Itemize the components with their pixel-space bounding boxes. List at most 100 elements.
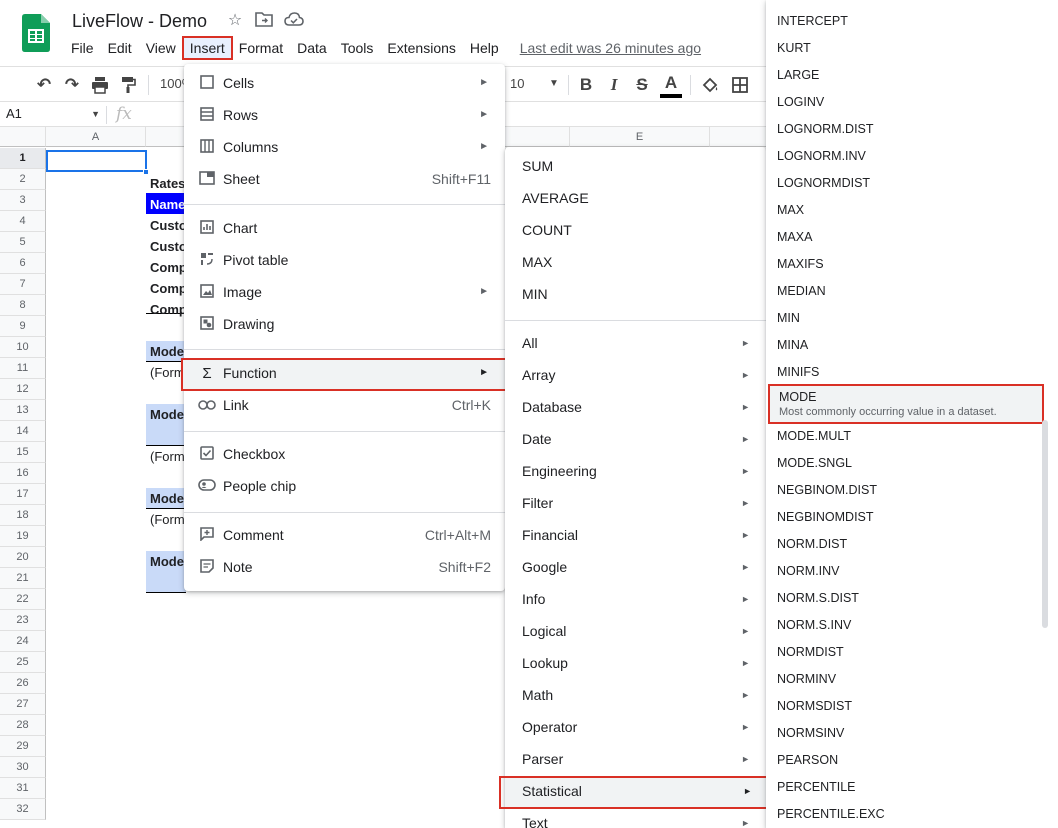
function-category-engineering[interactable]: Engineering ► bbox=[505, 456, 766, 488]
row-header[interactable]: 18 bbox=[0, 505, 46, 526]
row-header[interactable]: 17 bbox=[0, 484, 46, 505]
function-item[interactable]: PERCENTILE bbox=[766, 774, 1058, 801]
function-item[interactable]: MAX bbox=[766, 197, 1058, 224]
cell-b17[interactable]: Mode bbox=[150, 491, 186, 506]
select-all-corner[interactable] bbox=[0, 127, 46, 147]
row-header[interactable]: 5 bbox=[0, 232, 46, 253]
function-item[interactable]: KURT bbox=[766, 35, 1058, 62]
function-item[interactable]: LOGNORM.DIST bbox=[766, 116, 1058, 143]
function-item[interactable]: MODE.MULT bbox=[766, 423, 1058, 450]
function-item[interactable]: NEGBINOM.DIST bbox=[766, 477, 1058, 504]
undo-icon[interactable]: ↶ bbox=[32, 73, 56, 97]
row-header[interactable]: 31 bbox=[0, 778, 46, 799]
scrollbar-thumb[interactable] bbox=[1042, 420, 1048, 628]
function-item-average[interactable]: AVERAGE bbox=[505, 183, 766, 215]
row-header[interactable]: 4 bbox=[0, 211, 46, 232]
row-header[interactable]: 8 bbox=[0, 295, 46, 316]
row-header[interactable]: 26 bbox=[0, 673, 46, 694]
function-category-google[interactable]: Google ► bbox=[505, 552, 766, 584]
function-category-filter[interactable]: Filter ► bbox=[505, 488, 766, 520]
row-header[interactable]: 20 bbox=[0, 547, 46, 568]
menu-item-rows[interactable]: Rows ► bbox=[184, 100, 505, 132]
function-item-max[interactable]: MAX bbox=[505, 247, 766, 279]
row-header[interactable]: 27 bbox=[0, 694, 46, 715]
menu-item-pivot-table[interactable]: Pivot table bbox=[184, 245, 505, 277]
row-header[interactable]: 3 bbox=[0, 190, 46, 211]
function-item-mode[interactable]: MODE Most commonly occurring value in a … bbox=[768, 384, 1044, 424]
print-icon[interactable] bbox=[88, 73, 112, 97]
function-item[interactable]: NEGBINOMDIST bbox=[766, 504, 1058, 531]
name-box[interactable]: A1 ▼ bbox=[6, 106, 100, 121]
row-header[interactable]: 13 bbox=[0, 400, 46, 421]
row-header[interactable]: 11 bbox=[0, 358, 46, 379]
function-item[interactable]: MAXIFS bbox=[766, 251, 1058, 278]
cell-b20[interactable]: Mode bbox=[150, 554, 186, 569]
function-item[interactable]: LOGINV bbox=[766, 89, 1058, 116]
row-header[interactable]: 29 bbox=[0, 736, 46, 757]
function-item[interactable]: NORM.DIST bbox=[766, 531, 1058, 558]
function-item[interactable]: MODE.SNGL bbox=[766, 450, 1058, 477]
function-item[interactable]: LARGE bbox=[766, 62, 1058, 89]
function-item[interactable]: MINIFS bbox=[766, 359, 1058, 386]
menu-item-chart[interactable]: Chart bbox=[184, 213, 505, 245]
italic-icon[interactable]: I bbox=[602, 73, 626, 97]
function-item[interactable]: NORMSINV bbox=[766, 720, 1058, 747]
row-header[interactable]: 30 bbox=[0, 757, 46, 778]
menu-item-columns[interactable]: Columns ► bbox=[184, 132, 505, 164]
borders-icon[interactable] bbox=[728, 73, 752, 97]
paint-format-icon[interactable] bbox=[116, 73, 140, 97]
function-item[interactable]: MIN bbox=[766, 305, 1058, 332]
row-header[interactable]: 22 bbox=[0, 589, 46, 610]
function-category-operator[interactable]: Operator ► bbox=[505, 712, 766, 744]
strikethrough-icon[interactable]: S bbox=[630, 73, 654, 97]
menu-item-cells[interactable]: Cells ► bbox=[184, 68, 505, 100]
function-item[interactable]: MINA bbox=[766, 332, 1058, 359]
menu-item-link[interactable]: Link Ctrl+K bbox=[184, 390, 505, 422]
column-header-e[interactable]: E bbox=[570, 127, 710, 147]
function-item[interactable]: NORMDIST bbox=[766, 639, 1058, 666]
last-edit-link[interactable]: Last edit was 26 minutes ago bbox=[520, 40, 701, 56]
function-category-all[interactable]: All ► bbox=[505, 328, 766, 360]
menu-extensions[interactable]: Extensions bbox=[380, 37, 462, 59]
menu-item-checkbox[interactable]: Checkbox bbox=[184, 439, 505, 471]
row-header[interactable]: 2 bbox=[0, 169, 46, 190]
function-category-lookup[interactable]: Lookup ► bbox=[505, 648, 766, 680]
function-category-parser[interactable]: Parser ► bbox=[505, 744, 766, 776]
star-icon[interactable]: ☆ bbox=[225, 11, 245, 31]
function-item[interactable]: NORM.S.INV bbox=[766, 612, 1058, 639]
function-item[interactable]: MEDIAN bbox=[766, 278, 1058, 305]
row-header[interactable]: 15 bbox=[0, 442, 46, 463]
function-item[interactable]: LOGNORMDIST bbox=[766, 170, 1058, 197]
function-item-count[interactable]: COUNT bbox=[505, 215, 766, 247]
cell-b6[interactable]: Comp bbox=[150, 260, 186, 275]
fill-handle[interactable] bbox=[143, 169, 149, 175]
function-item[interactable]: NORM.S.DIST bbox=[766, 585, 1058, 612]
function-item[interactable]: NORMINV bbox=[766, 666, 1058, 693]
chevron-down-icon[interactable]: ▼ bbox=[91, 109, 100, 119]
function-category-logical[interactable]: Logical ► bbox=[505, 616, 766, 648]
menu-edit[interactable]: Edit bbox=[101, 37, 139, 59]
cell-b8[interactable]: Comp bbox=[150, 302, 186, 317]
function-category-array[interactable]: Array ► bbox=[505, 360, 766, 392]
cell-b10[interactable]: Mode bbox=[150, 344, 186, 359]
row-header[interactable]: 24 bbox=[0, 631, 46, 652]
selected-cell-a1[interactable] bbox=[46, 150, 147, 172]
row-header[interactable]: 23 bbox=[0, 610, 46, 631]
cell-b5[interactable]: Custo bbox=[150, 239, 186, 254]
fill-color-icon[interactable] bbox=[698, 73, 722, 97]
cell-b2[interactable]: Rates bbox=[150, 176, 186, 191]
menu-insert[interactable]: Insert bbox=[181, 36, 233, 60]
font-size-select[interactable]: 10 bbox=[510, 76, 524, 91]
function-category-info[interactable]: Info ► bbox=[505, 584, 766, 616]
cell-b15[interactable]: (Form bbox=[150, 449, 186, 464]
menu-item-people-chip[interactable]: People chip bbox=[184, 471, 505, 503]
function-category-math[interactable]: Math ► bbox=[505, 680, 766, 712]
row-header[interactable]: 28 bbox=[0, 715, 46, 736]
row-header[interactable]: 14 bbox=[0, 421, 46, 442]
cloud-status-icon[interactable] bbox=[284, 11, 304, 31]
menu-file[interactable]: File bbox=[64, 37, 101, 59]
function-item[interactable]: LOGNORM.INV bbox=[766, 143, 1058, 170]
row-header[interactable]: 32 bbox=[0, 799, 46, 820]
column-header-a[interactable]: A bbox=[46, 127, 146, 147]
cell-b18[interactable]: (Form bbox=[150, 512, 186, 527]
